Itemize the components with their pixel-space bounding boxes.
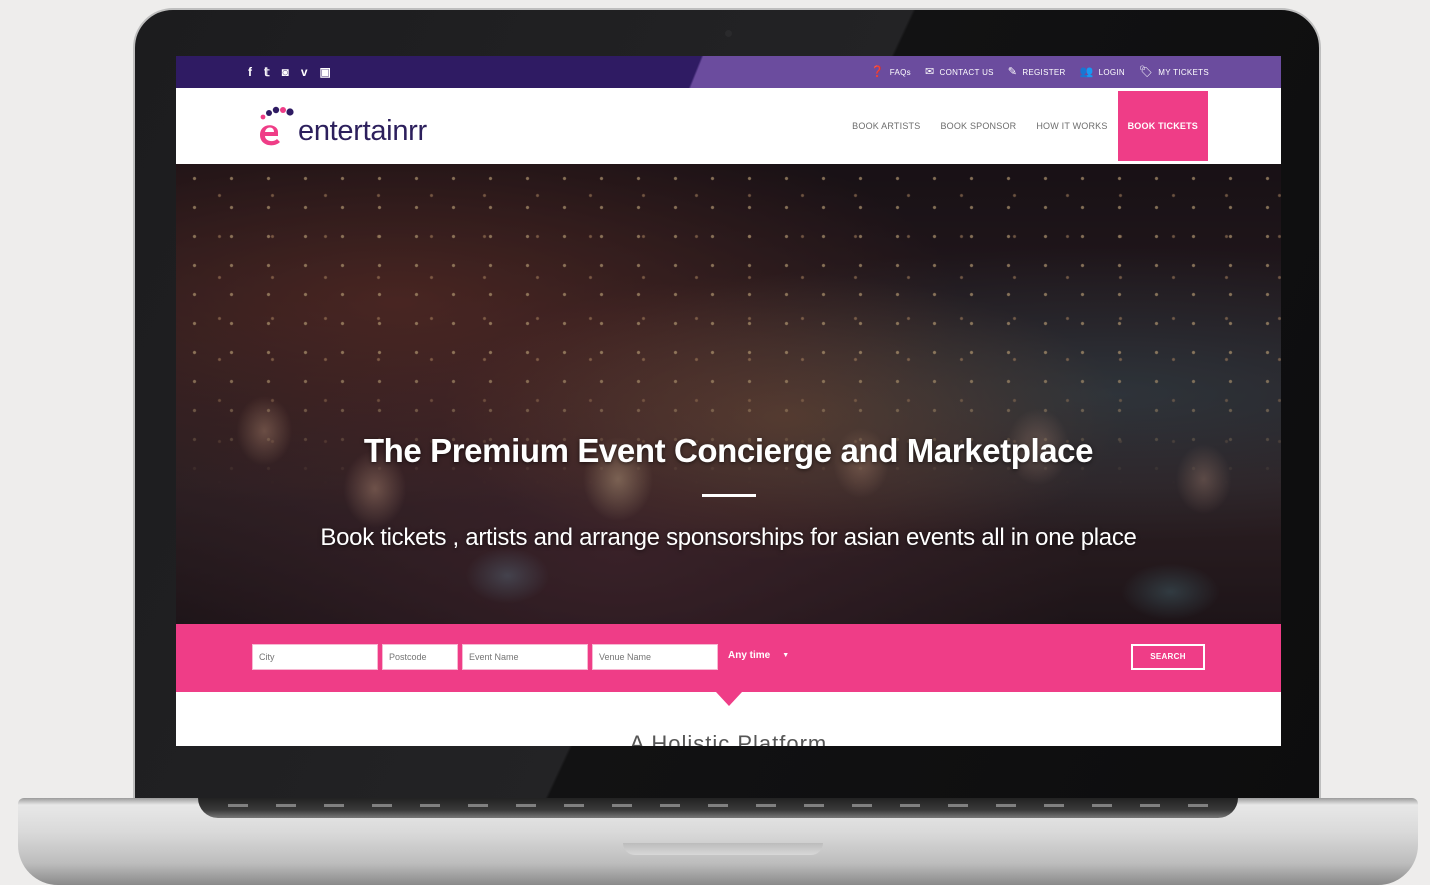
top-utility-bar: f 𝕥 ◙ v ▣ ❓ FAQs ✉ CONTACT US ✎ REGISTER… (176, 56, 1281, 88)
edit-icon: ✎ (1007, 65, 1018, 78)
my-tickets-label: MY TICKETS (1158, 67, 1209, 77)
vimeo-icon[interactable]: v (301, 66, 308, 78)
faqs-label: FAQs (889, 67, 911, 77)
register-label: REGISTER (1022, 67, 1066, 77)
register-link[interactable]: ✎ REGISTER (1007, 65, 1066, 78)
hero-overlay (176, 164, 1281, 624)
search-pointer-arrow (716, 692, 742, 706)
youtube-icon[interactable]: ▣ (320, 66, 331, 78)
city-input[interactable] (252, 644, 378, 670)
main-menu: BOOK ARTISTS BOOK SPONSOR HOW IT WORKS B… (842, 91, 1208, 161)
login-link[interactable]: 👥 LOGIN (1079, 65, 1126, 78)
site-logo[interactable]: entertainrr (256, 106, 427, 150)
nav-book-tickets[interactable]: BOOK TICKETS (1117, 91, 1208, 161)
event-name-input[interactable] (462, 644, 588, 670)
social-links: f 𝕥 ◙ v ▣ (248, 56, 331, 88)
time-select-value: Any time (728, 650, 771, 661)
laptop-base (18, 798, 1418, 885)
hero-title: The Premium Event Concierge and Marketpl… (363, 432, 1094, 469)
nav-book-artists[interactable]: BOOK ARTISTS (842, 121, 930, 131)
hero-subtitle: Book tickets , artists and arrange spons… (320, 524, 1137, 551)
section-title: A Holistic Platform (629, 731, 828, 746)
venue-name-input[interactable] (592, 644, 718, 670)
my-tickets-link[interactable]: 🏷 MY TICKETS (1139, 65, 1209, 78)
caret-down-icon: ▼ (782, 652, 790, 659)
nav-book-sponsor[interactable]: BOOK SPONSOR (930, 121, 1026, 131)
envelope-icon: ✉ (924, 65, 935, 78)
hero-banner: The Premium Event Concierge and Marketpl… (176, 164, 1281, 624)
contact-us-link[interactable]: ✉ CONTACT US (924, 65, 994, 78)
nav-how-it-works[interactable]: HOW IT WORKS (1026, 121, 1117, 131)
search-button[interactable]: SEARCH (1131, 644, 1205, 670)
faqs-link[interactable]: ❓ FAQs (870, 65, 911, 78)
instagram-icon[interactable]: ◙ (282, 66, 289, 78)
camera-icon (725, 30, 732, 37)
hero-divider (702, 494, 756, 497)
question-circle-icon: ❓ (870, 65, 885, 78)
event-search-bar: Any time ▼ SEARCH (176, 624, 1281, 692)
brand-name: entertainrr (298, 115, 427, 147)
laptop-screen: f 𝕥 ◙ v ▣ ❓ FAQs ✉ CONTACT US ✎ REGISTER… (176, 56, 1281, 746)
logo-mark-icon (256, 106, 296, 150)
time-select[interactable]: Any time ▼ (728, 650, 789, 661)
trackpad-notch (623, 843, 823, 855)
twitter-icon[interactable]: 𝕥 (264, 66, 270, 78)
users-icon: 👥 (1079, 65, 1094, 78)
keyboard-hinge (198, 798, 1238, 818)
main-navbar: entertainrr BOOK ARTISTS BOOK SPONSOR HO… (176, 88, 1281, 164)
postcode-input[interactable] (382, 644, 458, 670)
contact-us-label: CONTACT US (939, 67, 994, 77)
tag-icon: 🏷 (1139, 65, 1154, 78)
login-label: LOGIN (1098, 67, 1126, 77)
top-links: ❓ FAQs ✉ CONTACT US ✎ REGISTER 👥 LOGIN 🏷… (871, 56, 1209, 88)
facebook-icon[interactable]: f (248, 66, 252, 78)
